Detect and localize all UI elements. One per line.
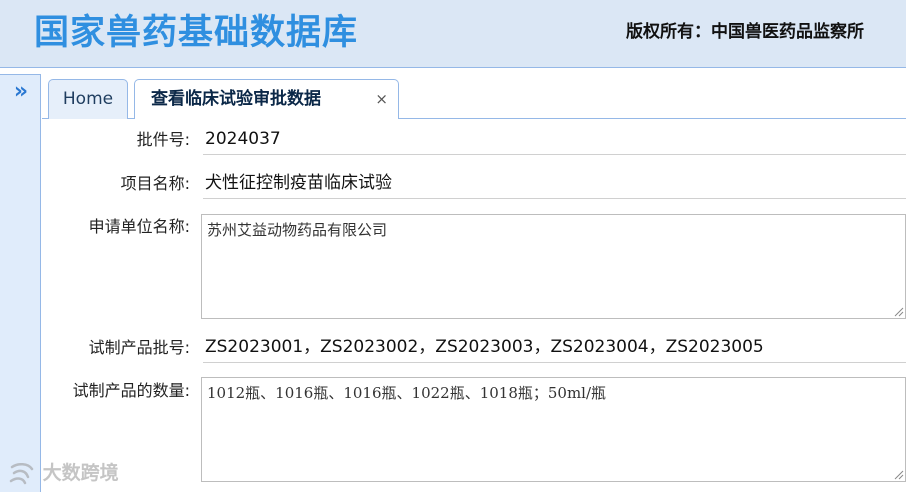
- double-chevron-right-icon[interactable]: »: [10, 81, 32, 103]
- applicant-label: 申请单位名称:: [88, 217, 190, 236]
- project-name-label: 项目名称:: [120, 174, 190, 193]
- batch-no-field[interactable]: ZS2023001，ZS2023002，ZS2023003，ZS2023004，…: [203, 333, 906, 363]
- tab-label: 查看临床试验审批数据: [151, 89, 321, 109]
- watermark-text: 大数跨境: [42, 462, 119, 484]
- copyright-text: 版权所有：中国兽医药品监察所: [626, 22, 864, 42]
- tab-view-clinical-trial[interactable]: 查看临床试验审批数据 ×: [134, 79, 399, 120]
- close-icon[interactable]: ×: [375, 80, 388, 118]
- resize-grip-icon[interactable]: [894, 307, 904, 317]
- site-title: 国家兽药基础数据库: [34, 13, 359, 53]
- quantity-textarea[interactable]: 1012瓶、1016瓶、1016瓶、1022瓶、1018瓶；50ml/瓶: [201, 377, 906, 482]
- watermark: 大数跨境: [8, 460, 119, 486]
- applicant-textarea[interactable]: 苏州艾益动物药品有限公司: [201, 214, 906, 319]
- project-name-field[interactable]: 犬性征控制疫苗临床试验: [203, 169, 906, 199]
- resize-grip-icon[interactable]: [894, 470, 904, 480]
- batch-no-label: 试制产品批号:: [88, 338, 190, 357]
- detail-form: 批件号: 2024037 项目名称: 犬性征控制疫苗临床试验 申请单位名称: 苏…: [42, 119, 906, 492]
- quantity-label: 试制产品的数量:: [72, 381, 190, 400]
- tab-home[interactable]: Home: [48, 79, 128, 119]
- collapsed-sidebar: »: [0, 74, 41, 492]
- approval-no-label: 批件号:: [136, 130, 190, 149]
- watermark-logo-icon: [9, 462, 34, 484]
- tab-bar: Home 查看临床试验审批数据 ×: [42, 74, 906, 120]
- site-header: 国家兽药基础数据库 版权所有：中国兽医药品监察所: [0, 0, 906, 68]
- approval-no-field[interactable]: 2024037: [203, 125, 906, 155]
